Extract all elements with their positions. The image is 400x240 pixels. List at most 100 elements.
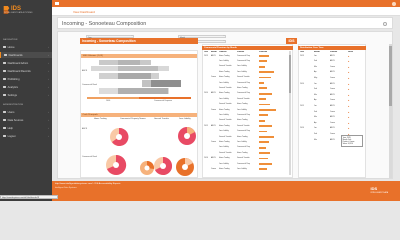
table-row[interactable]: Jane Liability Commercial Prop [204,82,288,85]
table-row[interactable]: 2013 ABCS Home Trading Commercial Prop [204,55,288,58]
menu-icon[interactable] [55,1,59,5]
bar-segment[interactable] [118,66,158,71]
table-row[interactable]: General Transfer Home Trading [204,136,288,139]
premium-bar[interactable] [259,87,268,90]
table-cell: ABCS [211,54,216,57]
table-row[interactable]: General Transfer Jane Liability [204,65,288,68]
table-row[interactable]: Feb ABCS ● [300,60,362,63]
panel-scrollbar[interactable] [389,44,392,178]
table-row[interactable]: Jane Liability Commercial Prop [204,163,288,166]
footer-link[interactable]: http://www.intelligentdatasystems.com/ -… [55,183,120,185]
bar-segment[interactable] [87,97,139,99]
bar-segment[interactable] [118,88,168,94]
premium-bar[interactable] [259,98,266,101]
table-row[interactable]: Comm Home Trading General Transfer [204,76,288,79]
table-row[interactable]: General Transfer Home Trading [204,103,288,106]
premium-bar[interactable] [259,168,268,171]
donut-chart[interactable] [110,127,129,146]
sidebar-item-dashboard-admin[interactable]: Dashboard Admin › [0,60,52,66]
sidebar-item-home[interactable]: Home › [0,44,52,50]
table-scrollbar[interactable] [289,51,291,175]
sidebar-item-analytics[interactable]: Analytics › [0,84,52,90]
refresh-icon[interactable] [383,21,387,26]
table-row[interactable]: 2014 Jan ABCS ● [300,83,362,86]
tooltip-line: Value: 24,310 [342,142,353,145]
table-row[interactable]: 2013 Jan ABCS ● [300,55,362,58]
sidebar-item-logout[interactable]: Logout › [0,133,52,139]
donut-chart[interactable] [106,154,127,175]
footer-logo-subtitle: INTELLIGENT DATA [370,191,388,194]
bar-row-label: Commercial Bank [82,84,97,86]
premium-bar[interactable] [259,71,275,74]
legend-label: Commercial Expense [154,100,172,102]
table-row[interactable]: General Transfer Home Trading [204,119,288,122]
premium-bar[interactable] [259,92,273,95]
table-row[interactable]: Comm Home Trading Jane Liability [204,141,288,144]
table-row[interactable]: Home Trading Jane Liability [204,71,288,74]
sidebar-item-publishing[interactable]: Publishing › [0,76,52,82]
table-row[interactable]: 2015 ABCS Home Trading General Transfer [204,125,288,128]
table-row[interactable]: 2015 Jan ABCS ● [300,105,362,108]
table-row[interactable]: Apr Comm ● [300,122,362,125]
table-row[interactable]: Apr ABCS ● [300,71,362,74]
premium-bar[interactable] [259,109,276,111]
sidebar-item-dashboards[interactable]: Dashboards › [0,52,52,58]
avatar[interactable] [392,1,396,6]
brand-logo[interactable]: IDS INTELLIGENT DATA SYSTEMS [3,2,49,16]
table-row[interactable]: Jane Liability Commercial Prop [204,130,288,133]
sidebar-item-dashboard-records[interactable]: Dashboard Records › [0,68,52,74]
sidebar-item-data-sources[interactable]: Data Sources › [0,117,52,123]
table-row[interactable]: 2016 ABCS Home Trading General Transfer [204,157,288,160]
sidebar-item-label: Settings [7,93,17,97]
bar-segment[interactable] [118,73,151,79]
table-row[interactable]: Jane Liability Commercial Prop [204,114,288,117]
table-row[interactable]: Mar Comm ● [300,66,362,69]
sidebar-item-users[interactable]: Users › [0,109,52,115]
table-row[interactable]: Mar ABCS ● [300,116,362,119]
premium-bar[interactable] [259,65,266,68]
bar-segment[interactable] [118,60,140,65]
premium-bar[interactable] [259,114,269,117]
bar-segment[interactable] [151,80,181,87]
sidebar-item-settings[interactable]: Settings › [0,92,52,98]
premium-bar[interactable] [259,60,267,63]
premium-bar[interactable] [259,55,270,57]
table-row[interactable]: 2016 Jan ABCS ● [300,127,362,130]
premium-bar[interactable] [259,82,265,84]
table-cell: Home Trading [219,157,230,160]
table-row[interactable]: May Comm ● [300,77,362,80]
table-row[interactable]: Apr Comm ● [300,99,362,102]
table-row[interactable]: Jane Liability Commercial Prop [204,60,288,63]
table-row[interactable]: Feb Comm ● [300,88,362,91]
premium-bar[interactable] [259,119,265,122]
table-row[interactable]: General Transfer Home Trading [204,152,288,155]
premium-bar[interactable] [259,157,268,160]
donut-chart[interactable] [178,127,196,145]
table-row[interactable]: Mar ABCS ● [300,94,362,97]
footer-logo: IDS INTELLIGENT DATA [371,186,388,194]
premium-bar[interactable] [259,146,266,149]
table-row[interactable]: 2014 ABCS Home Trading Commercial Prop [204,92,288,95]
table-row[interactable]: Jane Liability General Transfer [204,98,288,101]
table-row[interactable]: Comm Home Trading Jane Liability [204,109,288,112]
value-dot: ● [348,88,350,92]
premium-bar[interactable] [259,136,274,138]
premium-bar[interactable] [259,152,271,155]
premium-bar[interactable] [259,125,272,128]
table-row[interactable]: Feb Comm ● [300,111,362,114]
table-row[interactable]: Comm Home Trading Jane Liability [204,168,288,171]
premium-bar[interactable] [259,141,269,144]
table-cell: ABCS [211,124,216,127]
table-row[interactable]: Jane Liability Commercial Prop [204,146,288,149]
sidebar-item-help[interactable]: Help › [0,125,52,131]
donut-chart[interactable] [154,156,173,175]
premium-bar[interactable] [259,103,270,106]
donut-chart[interactable] [176,158,194,176]
table-row[interactable]: General Transfer Home Trading [204,87,288,90]
breadcrumb[interactable]: View Dashboard [73,10,95,14]
bar-segment[interactable] [139,97,191,99]
premium-bar[interactable] [259,130,267,133]
donut-chart[interactable] [140,160,155,175]
premium-bar[interactable] [259,163,272,165]
premium-bar[interactable] [259,76,271,79]
